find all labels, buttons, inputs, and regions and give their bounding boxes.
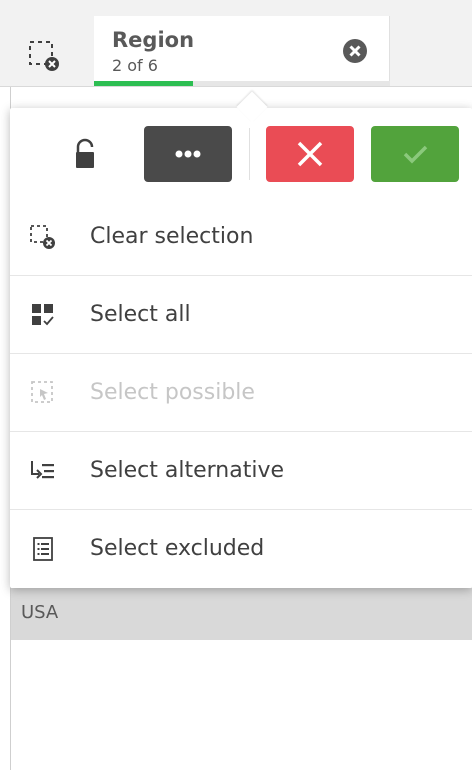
select-alternative-icon [31,461,54,479]
confirm-selection-button[interactable] [371,126,459,182]
selection-popover: Clear selection Select all Select possib… [10,91,472,588]
menu-item-label: Select alternative [90,458,284,483]
more-options-button[interactable] [144,126,232,182]
app-page: Region 2 of 6 USA Clear selection Select… [0,0,472,770]
menu-item-label: Select excluded [90,536,265,561]
menu-item-select-alternative[interactable]: Select alternative [10,432,472,510]
clear-selections-icon [29,41,59,71]
cancel-selection-button[interactable] [266,126,354,182]
toolbar-divider [249,128,250,180]
select-possible-icon [31,381,53,403]
selections-bar: Region 2 of 6 [0,10,472,86]
select-excluded-icon [33,537,53,561]
lock-open-icon [76,138,94,168]
top-strip [0,0,472,10]
select-all-icon [32,304,54,326]
clear-selections-icon [30,225,55,249]
lock-selection-button[interactable] [70,138,100,170]
chip-field-name: Region [112,28,195,52]
menu-item-label: Clear selection [90,224,254,249]
selection-chip-region[interactable]: Region 2 of 6 [94,16,390,86]
selection-menu: Clear selection Select all Select possib… [10,198,472,588]
listbox-row-value: USA [21,602,59,623]
menu-item-label: Select possible [90,380,255,405]
menu-item-select-possible: Select possible [10,354,472,432]
chip-clear-button[interactable] [342,38,368,64]
menu-item-select-all[interactable]: Select all [10,276,472,354]
checkmark-icon [403,145,428,164]
close-icon [297,141,323,167]
close-circle-icon [343,39,367,63]
more-horizontal-icon [175,150,201,158]
chip-selection-count: 2 of 6 [112,56,158,75]
menu-item-clear-selection[interactable]: Clear selection [10,198,472,276]
clear-all-selections-button[interactable] [22,32,66,76]
selection-toolbar [10,124,472,184]
menu-item-label: Select all [90,302,191,327]
listbox-row[interactable]: USA [10,588,472,640]
menu-item-select-excluded[interactable]: Select excluded [10,510,472,588]
